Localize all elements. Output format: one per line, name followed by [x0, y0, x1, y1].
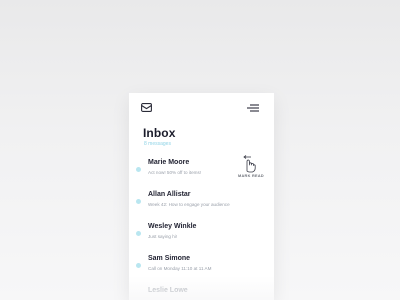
sender-name: Sam Simone — [148, 255, 191, 262]
unread-dot — [136, 231, 141, 236]
hamburger-menu-icon[interactable] — [247, 104, 259, 112]
message-preview: Just saying hi! — [148, 234, 178, 239]
top-bar — [129, 93, 274, 123]
message-preview: Call on Monday 11:10 at 11 AM — [148, 266, 212, 271]
unread-dot — [136, 199, 141, 204]
mark-read-action[interactable]: MARK READ — [233, 155, 273, 181]
page-title: Inbox — [143, 126, 176, 140]
sender-name: Wesley Winkle — [148, 223, 197, 230]
list-item[interactable]: Wesley Winkle Just saying hi! — [129, 217, 274, 249]
unread-dot — [136, 167, 141, 172]
unread-dot — [136, 263, 141, 268]
sender-name: Allan Allistar — [148, 191, 191, 198]
sender-name: Marie Moore — [148, 159, 190, 166]
sender-name: Leslie Lowe — [148, 287, 188, 294]
mail-icon[interactable] — [141, 103, 152, 112]
message-preview: Act now! 50% off to items! — [148, 170, 202, 175]
list-item[interactable]: Leslie Lowe — [129, 281, 274, 300]
message-count: 8 messages — [144, 141, 171, 147]
message-preview: Week 42: How to engage your audience — [148, 202, 230, 207]
list-item[interactable]: Sam Simone Call on Monday 11:10 at 11 AM — [129, 249, 274, 281]
mark-read-label: MARK READ — [238, 174, 264, 178]
list-item[interactable]: Allan Allistar Week 42: How to engage yo… — [129, 185, 274, 217]
inbox-screen: Inbox 8 messages Marie Moore Act now! 50… — [129, 93, 274, 300]
list-item[interactable]: Marie Moore Act now! 50% off to items! M… — [129, 153, 274, 185]
swipe-left-gesture-icon — [243, 155, 256, 173]
